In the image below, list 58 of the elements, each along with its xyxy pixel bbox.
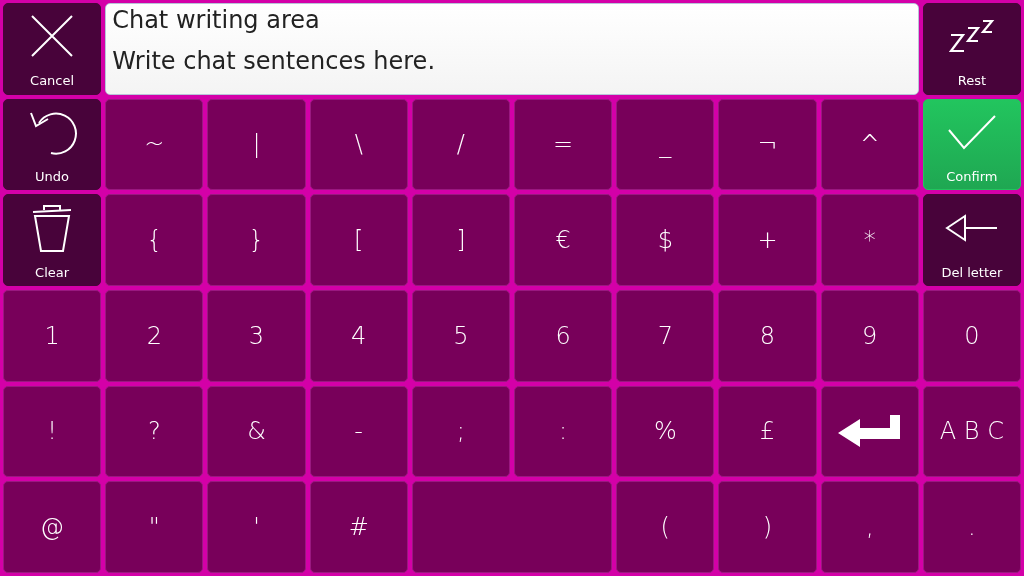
key[interactable]: - bbox=[309, 385, 408, 478]
key[interactable]: % bbox=[616, 385, 715, 478]
key[interactable]: ; bbox=[411, 385, 510, 478]
key[interactable]: \ bbox=[309, 98, 408, 191]
rest-button[interactable]: Rest bbox=[922, 3, 1021, 95]
key[interactable]: A B C bbox=[922, 385, 1021, 478]
key[interactable]: : bbox=[514, 385, 613, 478]
chat-text-field[interactable]: Chat writing area Write chat sentences here. bbox=[105, 3, 919, 95]
key[interactable]: 1 bbox=[3, 290, 102, 382]
key[interactable]: 6 bbox=[514, 290, 613, 382]
key[interactable]: ! bbox=[3, 385, 102, 478]
key[interactable]: } bbox=[207, 194, 306, 286]
backspace-arrow-icon bbox=[944, 213, 999, 242]
key[interactable]: 2 bbox=[105, 290, 204, 382]
cancel-button[interactable]: Cancel bbox=[3, 3, 102, 95]
key[interactable]: ^ bbox=[820, 98, 919, 191]
key[interactable]: + bbox=[718, 194, 817, 286]
key[interactable]: 4 bbox=[309, 290, 408, 382]
key[interactable]: 5 bbox=[411, 290, 510, 382]
key[interactable]: ~ bbox=[105, 98, 204, 191]
close-icon bbox=[30, 14, 75, 59]
key[interactable]: ? bbox=[105, 385, 204, 478]
key[interactable]: = bbox=[514, 98, 613, 191]
writing-area-title: Chat writing area bbox=[112, 7, 320, 34]
undo-button[interactable]: Undo bbox=[3, 98, 102, 191]
sleep-icon bbox=[948, 19, 995, 54]
key[interactable]: , bbox=[820, 481, 919, 573]
chat-input-field[interactable]: Write chat sentences here. bbox=[112, 47, 912, 76]
key[interactable]: ] bbox=[411, 194, 510, 286]
delete-letter-button[interactable]: Del letter bbox=[922, 194, 1021, 286]
key[interactable]: * bbox=[820, 194, 919, 286]
key[interactable]: / bbox=[411, 98, 510, 191]
key[interactable]: { bbox=[105, 194, 204, 286]
key[interactable]: _ bbox=[616, 98, 715, 191]
key[interactable]: 3 bbox=[207, 290, 306, 382]
key[interactable]: ¬ bbox=[718, 98, 817, 191]
key[interactable]: ( bbox=[616, 481, 715, 573]
check-icon bbox=[946, 113, 997, 150]
key[interactable]: 7 bbox=[616, 290, 715, 382]
key[interactable]: € bbox=[514, 194, 613, 286]
enter-arrow-icon bbox=[837, 413, 902, 450]
trash-icon bbox=[31, 202, 74, 253]
key[interactable]: ' bbox=[207, 481, 306, 573]
key[interactable]: & bbox=[207, 385, 306, 478]
key[interactable]: | bbox=[207, 98, 306, 191]
key[interactable]: @ bbox=[3, 481, 102, 573]
enter-key[interactable] bbox=[820, 385, 919, 478]
key[interactable]: $ bbox=[616, 194, 715, 286]
key[interactable]: # bbox=[309, 481, 408, 573]
key[interactable]: 8 bbox=[718, 290, 817, 382]
key[interactable]: ) bbox=[718, 481, 817, 573]
key[interactable]: 0 bbox=[922, 290, 1021, 382]
key[interactable]: . bbox=[922, 481, 1021, 573]
key[interactable]: [ bbox=[309, 194, 408, 286]
key[interactable]: 9 bbox=[820, 290, 919, 382]
clear-button[interactable]: Clear bbox=[3, 194, 102, 286]
key[interactable]: £ bbox=[718, 385, 817, 478]
key[interactable]: " bbox=[105, 481, 204, 573]
